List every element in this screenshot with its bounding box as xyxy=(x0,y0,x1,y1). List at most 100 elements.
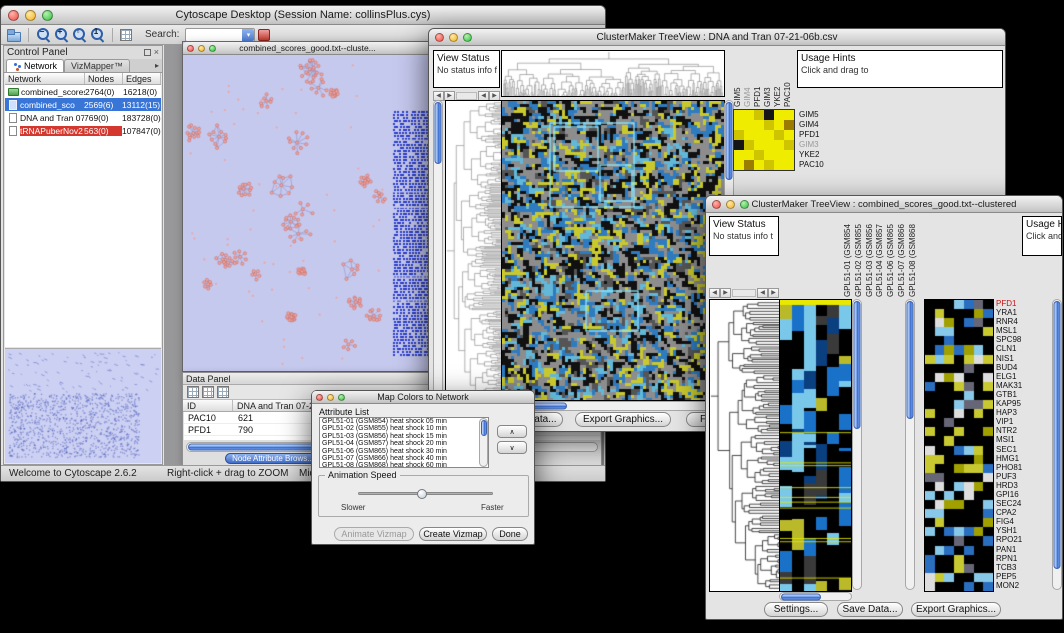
global-heatmap[interactable] xyxy=(779,299,852,592)
search-combobox[interactable]: ▾ xyxy=(185,28,255,42)
attribute-list-item[interactable]: GPL51-07 (GSM866) heat shock 40 min xyxy=(320,455,488,462)
gene-label[interactable]: MAK31 xyxy=(996,381,1050,390)
zoom-out-icon[interactable]: − xyxy=(36,27,51,42)
minimize-button[interactable] xyxy=(198,45,205,52)
expression-heatmap[interactable] xyxy=(501,100,725,401)
move-up-button[interactable]: ∧ xyxy=(497,425,527,438)
similarity-matrix[interactable] xyxy=(733,109,795,171)
gene-label[interactable]: KAP95 xyxy=(996,399,1050,408)
gene-label[interactable]: GTB1 xyxy=(996,390,1050,399)
scroll-track[interactable] xyxy=(732,289,756,297)
network-graph-canvas[interactable] xyxy=(183,55,432,371)
gene-label[interactable]: MON2 xyxy=(996,581,1050,590)
scrollbar-thumb[interactable] xyxy=(435,102,442,164)
attribute-list-item[interactable]: GPL51-02 (GSM855) heat shock 10 min xyxy=(320,425,488,432)
scrollbar-thumb[interactable] xyxy=(481,420,487,436)
gene-label[interactable]: HAP3 xyxy=(996,408,1050,417)
gene-label[interactable]: PHO81 xyxy=(996,463,1050,472)
gene-label[interactable]: PFD1 xyxy=(996,299,1050,308)
gene-label[interactable]: HRD3 xyxy=(996,481,1050,490)
close-button[interactable] xyxy=(712,200,721,209)
scrollbar-thumb[interactable] xyxy=(1054,301,1061,569)
scrollbar-thumb[interactable] xyxy=(854,301,861,429)
zoom-in-icon[interactable]: + xyxy=(54,27,69,42)
zoom-window-button[interactable] xyxy=(338,394,345,401)
network-row[interactable]: tRNAPuberNov2563(0)107847(0) xyxy=(5,124,161,137)
gene-label[interactable]: SEC24 xyxy=(996,499,1050,508)
gene-label[interactable]: PAN1 xyxy=(996,545,1050,554)
gene-label[interactable]: PEP5 xyxy=(996,572,1050,581)
create-vizmap-button[interactable]: Create Vizmap xyxy=(419,527,487,541)
zoom-heatmap[interactable] xyxy=(924,299,994,592)
network-row[interactable]: combined_scores2764(0)16218(0) xyxy=(5,85,161,98)
animation-speed-slider[interactable] xyxy=(358,492,493,495)
gene-label[interactable]: CPA2 xyxy=(996,508,1050,517)
global-hscrollbar[interactable] xyxy=(779,592,852,601)
gene-label[interactable]: GPI16 xyxy=(996,490,1050,499)
gene-label[interactable]: PUF3 xyxy=(996,472,1050,481)
gene-list-scrollbar[interactable] xyxy=(1052,299,1062,590)
gene-tree-scrollbar[interactable] xyxy=(433,100,443,399)
tab-overflow-icon[interactable]: ▸ xyxy=(155,61,162,72)
zoom-window-button[interactable] xyxy=(463,33,472,42)
gene-label[interactable]: TCB3 xyxy=(996,563,1050,572)
scroll-right-icon[interactable]: ▶ xyxy=(444,91,455,101)
zoom-window-button[interactable] xyxy=(42,10,53,21)
array-dendrogram[interactable] xyxy=(501,50,725,97)
save-data-button[interactable]: Save Data... xyxy=(837,602,903,617)
annotation-icon[interactable] xyxy=(120,29,132,41)
gene-label[interactable]: FIG4 xyxy=(996,517,1050,526)
settings-button[interactable]: Settings... xyxy=(764,602,828,617)
zoom-vscrollbar[interactable] xyxy=(905,299,915,590)
close-button[interactable] xyxy=(435,33,444,42)
open-session-icon[interactable] xyxy=(6,27,21,42)
network-row[interactable]: DNA and Tran 07769(0)183728(0) xyxy=(5,111,161,124)
gene-label[interactable]: RPO21 xyxy=(996,535,1050,544)
network-window-titlebar[interactable]: combined_scores_good.txt--cluste... xyxy=(183,42,432,55)
scroll-right-icon[interactable]: ▶ xyxy=(768,288,779,298)
scroll-left-icon[interactable]: ◀ xyxy=(433,91,444,101)
gene-label[interactable]: MSI1 xyxy=(996,435,1050,444)
attribute-list-item[interactable]: GPL51-03 (GSM856) heat shock 15 min xyxy=(320,433,488,440)
scroll-track[interactable] xyxy=(456,92,477,100)
move-down-button[interactable]: ∨ xyxy=(497,441,527,454)
network-table-column-header[interactable]: Edges xyxy=(123,73,161,84)
slider-thumb[interactable] xyxy=(417,489,427,499)
scroll-right-icon[interactable]: ▶ xyxy=(720,288,731,298)
gene-dendrogram[interactable] xyxy=(709,299,780,592)
gene-dendrogram[interactable] xyxy=(445,100,503,401)
gene-label[interactable]: MSL1 xyxy=(996,326,1050,335)
zoom-selected-icon[interactable]: ▫ xyxy=(72,27,87,42)
minimize-button[interactable] xyxy=(726,200,735,209)
gene-label[interactable]: HMG1 xyxy=(996,454,1050,463)
scroll-left-icon[interactable]: ◀ xyxy=(757,288,768,298)
gene-label[interactable]: BUD4 xyxy=(996,363,1050,372)
gene-label[interactable]: CLN1 xyxy=(996,344,1050,353)
tab-vizmapper[interactable]: VizMapper™ xyxy=(64,59,130,72)
attribute-list-item[interactable]: GPL51-06 (GSM865) heat shock 30 min xyxy=(320,448,488,455)
scroll-left-icon[interactable]: ◀ xyxy=(478,91,489,101)
minimize-button[interactable] xyxy=(25,10,36,21)
gene-label[interactable]: RNR4 xyxy=(996,317,1050,326)
close-button[interactable] xyxy=(316,394,323,401)
network-table-column-header[interactable]: Network xyxy=(5,73,85,84)
network-row[interactable]: combined_sco2569(6)13112(15) xyxy=(5,98,161,111)
scrollbar-thumb[interactable] xyxy=(726,102,733,180)
dialog-titlebar[interactable]: Map Colors to Network xyxy=(312,391,534,404)
scroll-left-icon[interactable]: ◀ xyxy=(709,288,720,298)
attribute-list-item[interactable]: GPL51-08 (GSM868) heat shock 60 min xyxy=(320,462,488,468)
delete-attribute-icon[interactable] xyxy=(217,386,229,398)
close-button[interactable] xyxy=(8,10,19,21)
gene-label[interactable]: NTR2 xyxy=(996,426,1050,435)
gene-label[interactable]: RPN1 xyxy=(996,554,1050,563)
gene-label[interactable]: NIS1 xyxy=(996,354,1050,363)
network-overview[interactable] xyxy=(5,348,161,463)
attribute-list-item[interactable]: GPL51-04 (GSM857) heat shock 20 min xyxy=(320,440,488,447)
close-button[interactable] xyxy=(187,45,194,52)
minimize-button[interactable] xyxy=(449,33,458,42)
gene-label[interactable]: ELG1 xyxy=(996,372,1050,381)
tv1-titlebar[interactable]: ClusterMaker TreeView : DNA and Tran 07-… xyxy=(429,29,1005,46)
gene-label[interactable]: SEC1 xyxy=(996,445,1050,454)
animate-vizmap-button[interactable]: Animate Vizmap xyxy=(334,527,414,541)
zoom-window-button[interactable] xyxy=(740,200,749,209)
